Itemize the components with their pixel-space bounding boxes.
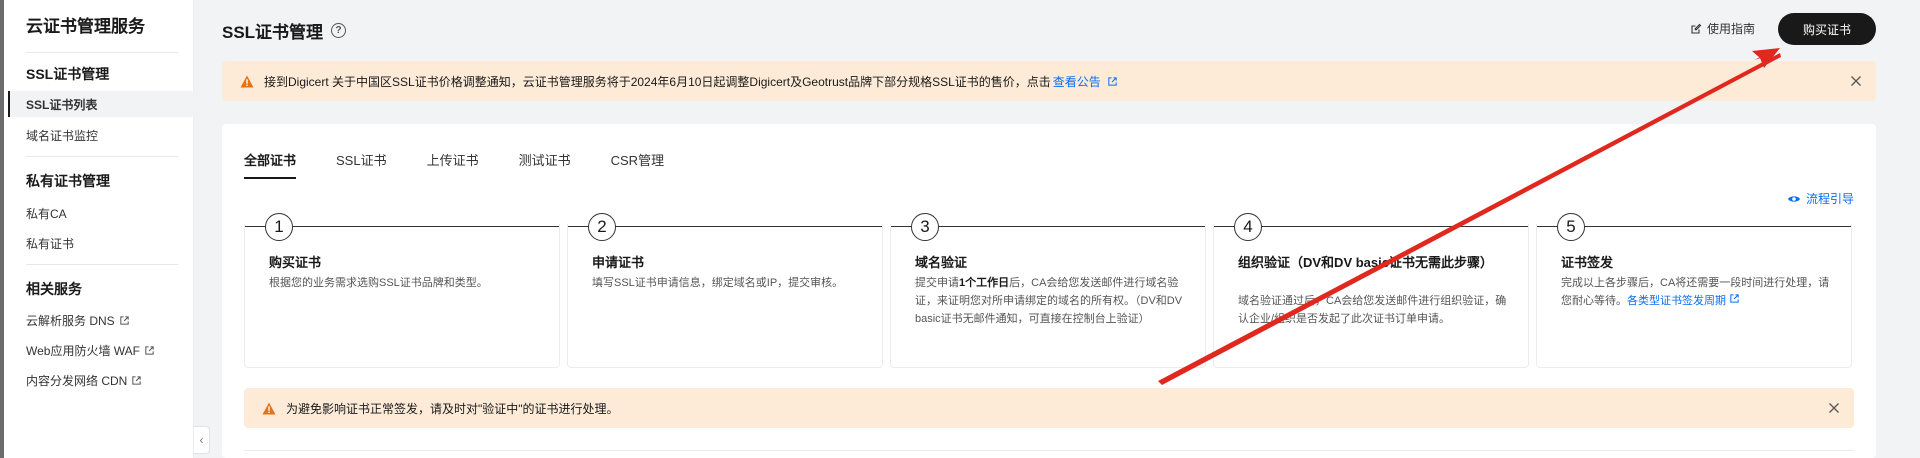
desc-text: 提交申请 (915, 277, 959, 289)
close-icon[interactable] (1828, 402, 1840, 414)
step-number: 4 (1234, 213, 1262, 241)
step-issue: 5 证书签发 完成以上各步骤后，CA将还需要一段时间进行处理，请您耐心等待。各类… (1536, 213, 1852, 368)
verify-notice: 为避免影响证书正常签发，请及时对"验证中"的证书进行处理。 (244, 388, 1854, 428)
flow-guide-link[interactable]: 流程引导 (1787, 190, 1854, 207)
issue-period-link[interactable]: 各类型证书签发周期 (1627, 295, 1726, 307)
step-number: 5 (1557, 213, 1585, 241)
sidebar-item-waf[interactable]: Web应用防火墙 WAF (26, 342, 155, 359)
tab-all-certs[interactable]: 全部证书 (244, 150, 297, 179)
desc-emphasis: 1个工作日 (959, 277, 1010, 289)
user-guide-label: 使用指南 (1707, 22, 1756, 36)
step-desc: 域名验证通过后，CA会给您发送邮件进行组织验证，确认企业/组织是否发起了此次证书… (1238, 295, 1507, 325)
sidebar-item-domain-monitor[interactable]: 域名证书监控 (26, 127, 98, 144)
divider (26, 52, 178, 53)
sidebar-collapse-button[interactable]: ‹ (194, 426, 210, 454)
edit-doc-icon (1691, 23, 1702, 34)
buy-certificate-button[interactable]: 购买证书 (1778, 13, 1876, 45)
eye-icon (1787, 195, 1800, 202)
divider (244, 450, 1854, 451)
step-buy: 1 购买证书 根据您的业务需求选购SSL证书品牌和类型。 (244, 213, 560, 368)
sidebar-item-label: SSL证书列表 (26, 97, 98, 112)
step-desc: 完成以上各步骤后，CA将还需要一段时间进行处理，请您耐心等待。各类型证书签发周期 (1561, 274, 1839, 310)
step-title: 申请证书 (592, 255, 645, 270)
page-title-text: SSL证书管理 (222, 23, 324, 42)
user-guide-link[interactable]: 使用指南 (1690, 20, 1755, 37)
close-icon[interactable] (1850, 75, 1862, 87)
step-apply: 2 申请证书 填写SSL证书申请信息，绑定域名或IP，提交审核。 (567, 213, 883, 368)
sidebar-item-label: 私有证书 (26, 237, 75, 251)
tab-bar: 全部证书 SSL证书 上传证书 测试证书 CSR管理 (244, 150, 664, 179)
sidebar-item-label: Web应用防火墙 WAF (26, 344, 141, 358)
step-desc: 提交申请1个工作日后，CA会给您发送邮件进行域名验证，来证明您对所申请绑定的域名… (915, 274, 1193, 328)
sidebar-item-label: 域名证书监控 (26, 129, 99, 143)
view-announcement-label: 查看公告 (1052, 74, 1101, 89)
flow-guide-label: 流程引导 (1805, 192, 1854, 206)
divider (26, 156, 178, 157)
sidebar-item-private-ca[interactable]: 私有CA (26, 205, 67, 222)
sidebar-item-private-cert[interactable]: 私有证书 (26, 235, 74, 252)
tab-csr-manage[interactable]: CSR管理 (611, 150, 664, 179)
step-title: 证书签发 (1561, 255, 1614, 270)
sidebar-group-ssl: SSL证书管理 (26, 66, 110, 82)
step-org-verify: 4 组织验证（DV和DV basic证书无需此步骤） 域名验证通过后，CA会给您… (1213, 213, 1529, 368)
step-number: 1 (265, 213, 293, 241)
sidebar: 云证书管理服务 SSL证书管理 SSL证书列表 域名证书监控 私有证书管理 私有… (4, 0, 194, 458)
notice-text: 为避免影响证书正常签发，请及时对"验证中"的证书进行处理。 (286, 401, 619, 416)
price-adjust-notice: 接到Digicert 关于中国区SSL证书价格调整通知，云证书管理服务将于202… (222, 61, 1876, 101)
external-link-icon (1108, 76, 1117, 86)
sidebar-item-cdn[interactable]: 内容分发网络 CDN (26, 372, 142, 389)
step-number: 2 (588, 213, 616, 241)
step-domain-verify: 3 域名验证 提交申请1个工作日后，CA会给您发送邮件进行域名验证，来证明您对所… (890, 213, 1206, 368)
tab-upload-certs[interactable]: 上传证书 (427, 150, 479, 179)
notice-text: 接到Digicert 关于中国区SSL证书价格调整通知，云证书管理服务将于202… (264, 74, 1051, 89)
page-title: SSL证书管理 ? (222, 18, 347, 43)
sidebar-item-label: 私有CA (26, 207, 67, 221)
help-icon[interactable]: ? (331, 23, 347, 38)
sidebar-item-label: 内容分发网络 CDN (26, 374, 128, 388)
external-link-icon (145, 346, 154, 355)
step-title: 域名验证 (915, 255, 968, 270)
external-link-icon (120, 316, 129, 325)
external-link-icon (132, 376, 142, 385)
divider (26, 264, 178, 265)
sidebar-group-private: 私有证书管理 (26, 173, 110, 189)
warning-icon (240, 75, 254, 87)
sidebar-title: 云证书管理服务 (26, 17, 145, 36)
step-title: 购买证书 (269, 255, 322, 270)
sidebar-item-ssl-list[interactable]: SSL证书列表 (8, 91, 194, 117)
step-desc: 根据您的业务需求选购SSL证书品牌和类型。 (269, 277, 488, 289)
step-desc: 填写SSL证书申请信息，绑定域名或IP，提交审核。 (592, 277, 844, 289)
sidebar-group-related: 相关服务 (26, 281, 82, 297)
step-number: 3 (911, 213, 939, 241)
certificate-card: 全部证书 SSL证书 上传证书 测试证书 CSR管理 流程引导 1 购买证书 根… (222, 124, 1876, 458)
tab-test-certs[interactable]: 测试证书 (519, 150, 571, 179)
external-link-icon (1730, 294, 1739, 303)
view-announcement-link[interactable]: 查看公告 (1053, 73, 1118, 90)
warning-icon (262, 402, 276, 414)
sidebar-item-label: 云解析服务 DNS (26, 314, 115, 328)
tab-ssl-certs[interactable]: SSL证书 (336, 150, 387, 179)
step-title: 组织验证（DV和DV basic证书无需此步骤） (1238, 255, 1493, 270)
sidebar-item-dns[interactable]: 云解析服务 DNS (26, 312, 130, 329)
chevron-left-icon: ‹ (199, 433, 204, 447)
